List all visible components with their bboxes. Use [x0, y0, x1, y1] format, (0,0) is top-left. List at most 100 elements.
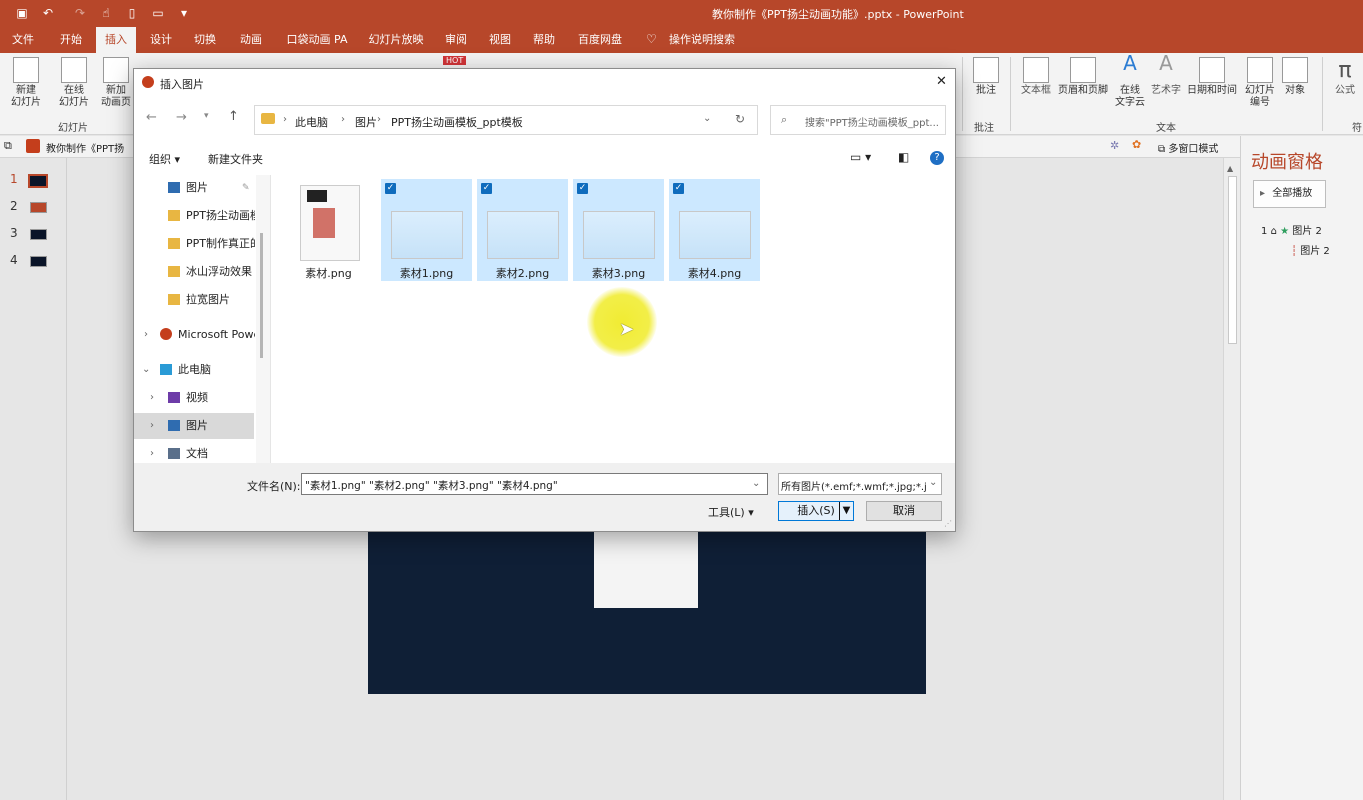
play-all-button[interactable]: ▸ 全部播放: [1253, 180, 1326, 208]
checkbox-checked-icon[interactable]: ✓: [673, 183, 684, 194]
new-folder-button[interactable]: 新建文件夹: [208, 151, 263, 167]
pin-icon[interactable]: ✎: [242, 175, 250, 201]
animation-item[interactable]: 1 ⌂ ★ 图片 2: [1261, 222, 1361, 237]
tab-insert[interactable]: 插入: [96, 27, 136, 53]
refresh-icon[interactable]: ↻: [735, 112, 745, 126]
undo-icon[interactable]: ↶: [40, 5, 56, 21]
file-item[interactable]: ✓ 素材2.png: [477, 179, 568, 281]
file-item[interactable]: ✓ 素材3.png: [573, 179, 664, 281]
address-bar[interactable]: › 此电脑 › 图片 › PPT扬尘动画模板_ppt模板 ⌄ ↻: [254, 105, 758, 135]
pin-icon[interactable]: ✲: [1110, 139, 1119, 152]
tab-pocket-animation[interactable]: 口袋动画 PA: [280, 27, 354, 53]
save-icon[interactable]: ▣: [14, 5, 30, 21]
checkbox-checked-icon[interactable]: ✓: [577, 183, 588, 194]
view-options-icon[interactable]: ▭ ▾: [850, 150, 871, 164]
online-wordart-button[interactable]: A 在线 文字云: [1112, 53, 1148, 109]
chevron-down-icon[interactable]: ⌄: [929, 477, 938, 488]
breadcrumb-item[interactable]: PPT扬尘动画模板_ppt模板: [391, 114, 523, 130]
tab-design[interactable]: 设计: [142, 27, 180, 53]
help-icon[interactable]: ?: [930, 151, 944, 165]
tab-transitions[interactable]: 切换: [186, 27, 224, 53]
nav-item-folder[interactable]: 冰山浮动效果: [134, 259, 255, 285]
file-item[interactable]: ✓ 素材1.png: [381, 179, 472, 281]
comment-button[interactable]: 批注: [968, 57, 1004, 97]
nav-scroll-thumb[interactable]: [260, 233, 263, 358]
online-slide-button[interactable]: 在线 幻灯片: [52, 57, 96, 109]
canvas-scrollbar[interactable]: ▲: [1223, 158, 1240, 800]
object-button[interactable]: 对象: [1280, 57, 1310, 97]
recent-chevron-icon[interactable]: ▾: [204, 111, 209, 121]
filetype-select[interactable]: 所有图片(*.emf;*.wmf;*.jpg;*.j ⌄: [778, 473, 942, 495]
nav-item-pictures-pinned[interactable]: 图片 ✎: [134, 175, 255, 201]
tab-file[interactable]: 文件: [4, 27, 42, 53]
book-image[interactable]: [594, 532, 698, 608]
slide-thumbnail[interactable]: [28, 174, 48, 188]
gear-icon[interactable]: ✿: [1132, 138, 1141, 151]
textbox-button[interactable]: 文本框: [1016, 57, 1056, 97]
checkbox-checked-icon[interactable]: ✓: [481, 183, 492, 194]
chevron-down-icon[interactable]: ⌄: [142, 357, 150, 383]
equation-button[interactable]: π 公式: [1330, 57, 1360, 97]
organize-button[interactable]: 组织 ▾: [149, 151, 180, 167]
forward-icon[interactable]: →: [176, 110, 187, 125]
tab-help[interactable]: 帮助: [526, 27, 562, 53]
chevron-right-icon[interactable]: ›: [150, 413, 154, 439]
tab-slideshow[interactable]: 幻灯片放映: [364, 27, 428, 53]
new-slide-button[interactable]: 新建 幻灯片: [4, 57, 48, 109]
document-tab[interactable]: 教你制作《PPT扬: [46, 140, 124, 155]
datetime-button[interactable]: 日期和时间: [1184, 57, 1240, 97]
tab-home[interactable]: 开始: [52, 27, 90, 53]
resize-grip-icon[interactable]: ⋰: [944, 519, 952, 528]
chevron-down-icon[interactable]: ⌄: [752, 478, 760, 489]
customize-icon[interactable]: ▾: [176, 5, 192, 21]
file-item[interactable]: ✓ 素材4.png: [669, 179, 760, 281]
slide-thumbnail[interactable]: [30, 202, 47, 213]
header-footer-button[interactable]: 页眉和页脚: [1056, 57, 1110, 97]
preview-pane-icon[interactable]: ◧: [898, 150, 909, 164]
nav-item-videos[interactable]: › 视频: [134, 385, 255, 411]
slide-thumbnail[interactable]: [30, 229, 47, 240]
redo-icon[interactable]: ↷: [72, 5, 88, 21]
nav-item-pictures[interactable]: › 图片: [134, 413, 254, 439]
nav-item-folder[interactable]: 拉宽图片: [134, 287, 255, 313]
open-icon[interactable]: ▭: [150, 5, 166, 21]
nav-item-documents[interactable]: › 文档: [134, 441, 255, 463]
tell-me-search[interactable]: 操作说明搜索: [664, 27, 740, 53]
wordart-button[interactable]: A 艺术字: [1148, 53, 1184, 97]
multi-window-button[interactable]: ⧉ 多窗口模式: [1158, 140, 1218, 155]
nav-item-this-pc[interactable]: ⌄ 此电脑: [134, 357, 255, 383]
search-box[interactable]: ⌕ 搜索"PPT扬尘动画模板_ppt...: [770, 105, 946, 135]
chevron-right-icon[interactable]: ›: [150, 441, 154, 463]
cancel-button[interactable]: 取消: [866, 501, 942, 521]
slide-number-button[interactable]: 幻灯片 编号: [1242, 57, 1278, 109]
insert-button[interactable]: 插入(S) ▼: [778, 501, 854, 521]
tools-button[interactable]: 工具(L) ▾: [708, 504, 754, 520]
breadcrumb-item[interactable]: 图片: [355, 114, 377, 130]
close-icon[interactable]: ✕: [936, 74, 947, 89]
scroll-thumb[interactable]: [1228, 176, 1237, 344]
filename-input[interactable]: "素材1.png" "素材2.png" "素材3.png" "素材4.png" …: [301, 473, 768, 495]
nav-item-folder[interactable]: PPT扬尘动画模: [134, 203, 255, 229]
tab-review[interactable]: 审阅: [438, 27, 474, 53]
nav-scrollbar[interactable]: [256, 175, 270, 463]
breadcrumb-item[interactable]: 此电脑: [295, 114, 328, 130]
new-icon[interactable]: ▯: [124, 5, 140, 21]
file-item[interactable]: 素材.png: [283, 179, 374, 281]
slide-thumbnail[interactable]: [30, 256, 47, 267]
insert-dropdown-icon[interactable]: ▼: [839, 502, 853, 520]
scroll-up-icon[interactable]: ▲: [1227, 164, 1233, 173]
touch-mode-icon[interactable]: ☝: [98, 5, 114, 21]
slide[interactable]: [368, 532, 926, 694]
nav-item-folder[interactable]: PPT制作真正的: [134, 231, 255, 257]
animation-item[interactable]: ┆ 图片 2: [1291, 242, 1363, 257]
nav-item-powerpoint[interactable]: › Microsoft Powe: [134, 322, 255, 348]
up-icon[interactable]: ↑: [228, 109, 239, 124]
back-icon[interactable]: ←: [146, 110, 157, 125]
chevron-right-icon[interactable]: ›: [150, 385, 154, 411]
tab-animations[interactable]: 动画: [232, 27, 270, 53]
tab-baidu-netdisk[interactable]: 百度网盘: [570, 27, 630, 53]
tab-view[interactable]: 视图: [482, 27, 518, 53]
checkbox-checked-icon[interactable]: ✓: [385, 183, 396, 194]
chevron-right-icon[interactable]: ›: [144, 322, 148, 348]
new-anim-page-button[interactable]: 新加 动画页: [96, 57, 136, 109]
